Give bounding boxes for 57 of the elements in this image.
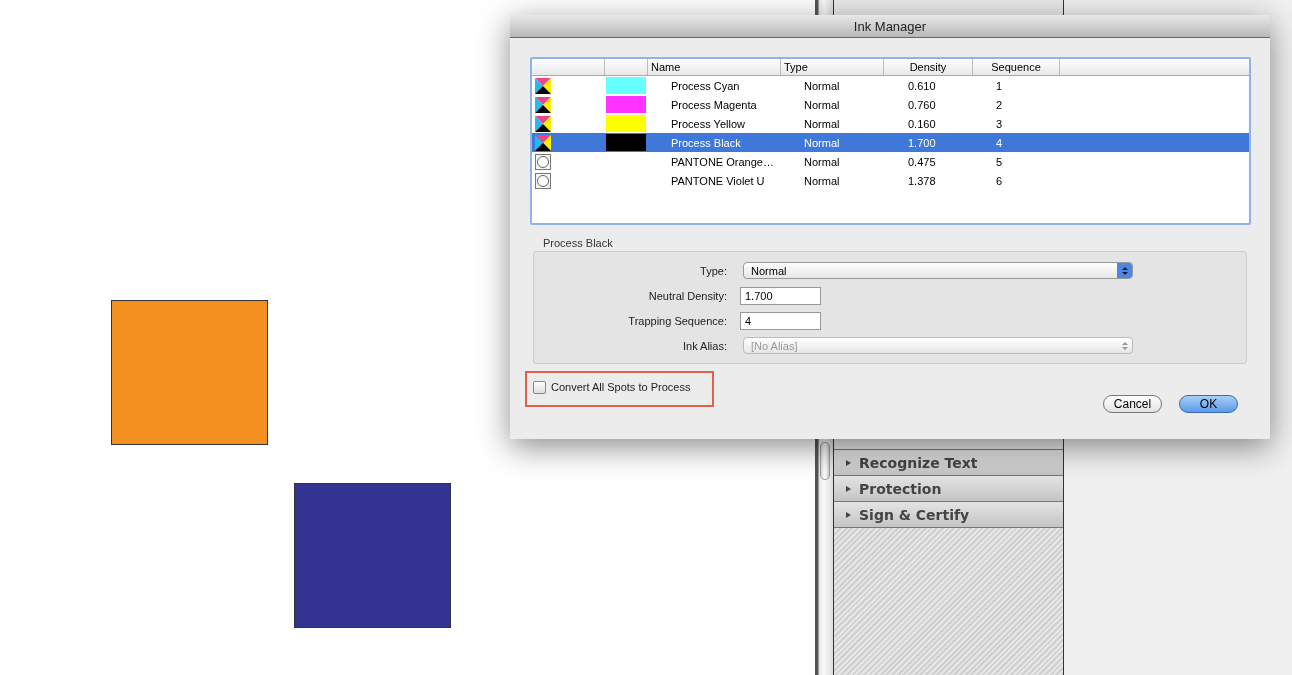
panel-section-header[interactable]: Sign & Certify xyxy=(834,501,1063,527)
process-ink-icon xyxy=(535,77,551,94)
field-label: Trapping Sequence: xyxy=(627,314,728,327)
column-header[interactable]: Name xyxy=(648,59,781,75)
ink-row[interactable]: Process Black Normal 1.700 4 xyxy=(532,133,1249,152)
scroll-thumb[interactable] xyxy=(820,442,830,480)
table-cell: 1 xyxy=(996,79,1003,92)
table-cell: Normal xyxy=(804,117,840,130)
table-cell: Normal xyxy=(804,155,840,168)
input-field[interactable]: 1.700 xyxy=(740,286,821,305)
table-cell: 0.760 xyxy=(908,98,936,111)
panel-section-header[interactable]: Protection xyxy=(834,475,1063,501)
column-header[interactable]: Sequence xyxy=(973,59,1060,75)
convert-checkbox[interactable]: Convert All Spots to Process xyxy=(533,379,691,395)
process-ink-icon xyxy=(535,96,551,113)
input-field[interactable]: 4 xyxy=(740,311,821,330)
group-title: Process Black xyxy=(543,237,614,251)
ink-row[interactable]: PANTONE Orange… Normal 0.475 5 xyxy=(532,152,1249,171)
field-label: Type: xyxy=(699,264,728,277)
ink-row[interactable]: PANTONE Violet U Normal 1.378 6 xyxy=(532,171,1249,190)
table-cell: Normal xyxy=(804,98,840,111)
table-cell: 1.378 xyxy=(908,174,936,187)
ink-row[interactable]: Process Magenta Normal 0.760 2 xyxy=(532,95,1249,114)
panel-section-header[interactable]: Recognize Text xyxy=(834,449,1063,475)
table-cell: Normal xyxy=(804,174,840,187)
table-cell: Process Black xyxy=(671,136,741,149)
table-cell: Process Cyan xyxy=(671,79,740,92)
table-cell: PANTONE Orange… xyxy=(671,155,774,168)
field-label: Ink Alias: xyxy=(681,339,728,352)
table-cell: 6 xyxy=(996,174,1003,187)
process-ink-icon xyxy=(535,134,551,151)
dialog-button[interactable]: Cancel xyxy=(1103,395,1162,413)
table-cell: PANTONE Violet U xyxy=(671,174,765,187)
ink-row[interactable]: Process Cyan Normal 0.610 1 xyxy=(532,76,1249,95)
stepper-arrows-icon xyxy=(1117,263,1132,278)
table-cell: 1.700 xyxy=(908,136,936,149)
table-cell: Process Yellow xyxy=(671,117,745,130)
spot-ink-icon xyxy=(535,153,551,170)
spot-ink-icon xyxy=(535,172,551,189)
column-header[interactable]: Density xyxy=(884,59,973,75)
column-header[interactable]: Type xyxy=(781,59,884,75)
table-cell: Normal xyxy=(804,136,840,149)
table-cell: 0.610 xyxy=(908,79,936,92)
table-cell: Process Magenta xyxy=(671,98,757,111)
table-cell: Normal xyxy=(804,79,840,92)
dialog-button[interactable]: OK xyxy=(1179,395,1238,413)
table-cell: 0.475 xyxy=(908,155,936,168)
field-label: Neutral Density: xyxy=(647,289,728,302)
table-cell: 3 xyxy=(996,117,1003,130)
table-cell: 4 xyxy=(996,136,1003,149)
dropdown[interactable]: Normal xyxy=(743,262,1133,279)
dialog-title: Ink Manager xyxy=(853,18,927,34)
process-ink-icon xyxy=(535,115,551,132)
table-cell: 5 xyxy=(996,155,1003,168)
table-cell: 0.160 xyxy=(908,117,936,130)
table-cell: 2 xyxy=(996,98,1003,111)
ink-row[interactable]: Process Yellow Normal 0.160 3 xyxy=(532,114,1249,133)
